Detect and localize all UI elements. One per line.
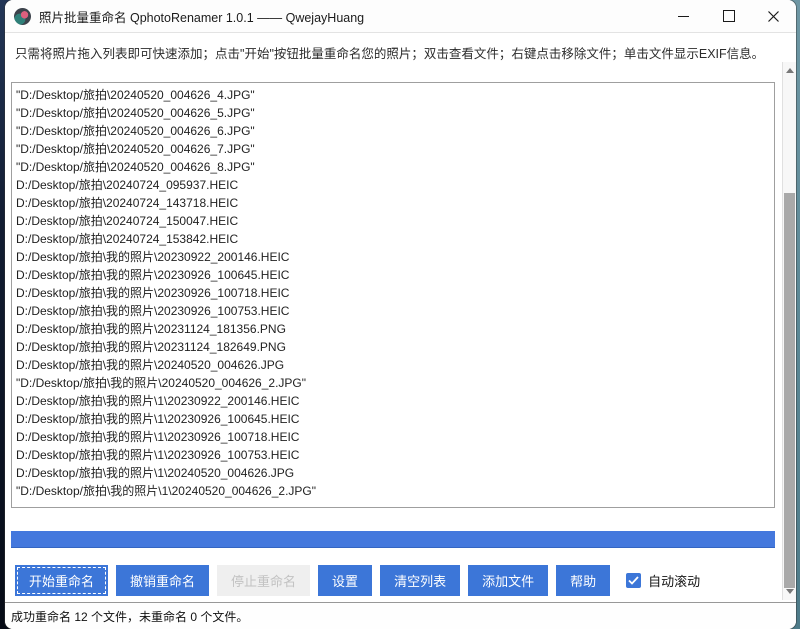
start-rename-button[interactable]: 开始重命名 — [15, 565, 108, 596]
file-list-item[interactable]: D:/Desktop/旅拍\我的照片\20240520_004626.JPG — [16, 356, 774, 374]
file-list-item[interactable]: D:/Desktop/旅拍\我的照片\20230922_200146.HEIC — [16, 248, 774, 266]
minimize-button[interactable] — [661, 0, 706, 32]
app-icon — [14, 8, 31, 25]
close-button[interactable] — [751, 0, 796, 32]
file-list-item[interactable]: D:/Desktop/旅拍\我的照片\1\20230922_200146.HEI… — [16, 392, 774, 410]
app-window: 照片批量重命名 QphotoRenamer 1.0.1 —— QwejayHua… — [5, 0, 796, 629]
file-list-item[interactable]: D:/Desktop/旅拍\我的照片\20230926_100645.HEIC — [16, 266, 774, 284]
scrollbar-down-button[interactable] — [783, 584, 796, 599]
stop-rename-button[interactable]: 停止重命名 — [217, 565, 310, 596]
close-icon — [767, 10, 780, 23]
clear-list-button[interactable]: 清空列表 — [380, 565, 460, 596]
file-list-item[interactable]: "D:/Desktop/旅拍\20240520_004626_5.JPG" — [16, 104, 774, 122]
add-files-button[interactable]: 添加文件 — [468, 565, 548, 596]
minimize-icon — [678, 16, 689, 17]
window-title: 照片批量重命名 QphotoRenamer 1.0.1 —— QwejayHua… — [39, 7, 364, 26]
file-list-item[interactable]: D:/Desktop/旅拍\我的照片\1\20240520_004626.JPG — [16, 464, 774, 482]
status-bar: 成功重命名 12 个文件，未重命名 0 个文件。 — [5, 602, 796, 629]
file-list-item[interactable]: "D:/Desktop/旅拍\20240520_004626_7.JPG" — [16, 140, 774, 158]
window-controls — [661, 0, 796, 32]
autoscroll-toggle[interactable]: 自动滚动 — [626, 571, 700, 590]
instruction-text: 只需将照片拖入列表即可快速添加；点击"开始"按钮批量重命名您的照片；双击查看文件… — [15, 43, 772, 62]
progress-fill — [11, 531, 775, 548]
file-list-item[interactable]: "D:/Desktop/旅拍\20240520_004626_4.JPG" — [16, 86, 774, 104]
title-bar: 照片批量重命名 QphotoRenamer 1.0.1 —— QwejayHua… — [5, 0, 796, 33]
scrollbar-up-button[interactable] — [783, 63, 796, 78]
progress-bar — [11, 531, 775, 548]
file-list-item[interactable]: D:/Desktop/旅拍\我的照片\20231124_181356.PNG — [16, 320, 774, 338]
file-list-item[interactable]: "D:/Desktop/旅拍\我的照片\1\20240520_004626_2.… — [16, 482, 774, 500]
arrow-up-icon — [786, 68, 794, 73]
autoscroll-checkbox[interactable] — [626, 573, 641, 588]
file-list-item[interactable]: D:/Desktop/旅拍\我的照片\1\20230926_100645.HEI… — [16, 410, 774, 428]
maximize-icon — [723, 10, 735, 22]
file-list-item[interactable]: "D:/Desktop/旅拍\我的照片\20240520_004626_2.JP… — [16, 374, 774, 392]
file-list-item[interactable]: D:/Desktop/旅拍\我的照片\20230926_100753.HEIC — [16, 302, 774, 320]
toolbar: 开始重命名 撤销重命名 停止重命名 设置 清空列表 添加文件 帮助 自动滚动 — [15, 564, 700, 596]
file-list-item[interactable]: D:/Desktop/旅拍\20240724_153842.HEIC — [16, 230, 774, 248]
scrollbar-thumb[interactable] — [784, 193, 795, 588]
file-list-item[interactable]: D:/Desktop/旅拍\20240724_150047.HEIC — [16, 212, 774, 230]
file-list-item[interactable]: D:/Desktop/旅拍\20240724_095937.HEIC — [16, 176, 774, 194]
autoscroll-label: 自动滚动 — [648, 571, 700, 590]
undo-rename-button[interactable]: 撤销重命名 — [116, 565, 209, 596]
check-icon — [628, 576, 639, 585]
file-list-item[interactable]: "D:/Desktop/旅拍\20240520_004626_8.JPG" — [16, 158, 774, 176]
file-list-item[interactable]: "D:/Desktop/旅拍\20240520_004626_6.JPG" — [16, 122, 774, 140]
settings-button[interactable]: 设置 — [318, 565, 372, 596]
file-list-item[interactable]: D:/Desktop/旅拍\我的照片\1\20230926_100753.HEI… — [16, 446, 774, 464]
help-button[interactable]: 帮助 — [556, 565, 610, 596]
arrow-down-icon — [786, 589, 794, 594]
list-scrollbar[interactable] — [782, 62, 796, 600]
file-list-item[interactable]: D:/Desktop/旅拍\我的照片\1\20230926_100718.HEI… — [16, 428, 774, 446]
file-list-item[interactable]: D:/Desktop/旅拍\我的照片\20230926_100718.HEIC — [16, 284, 774, 302]
file-list[interactable]: "D:/Desktop/旅拍\20240520_004626_4.JPG" "D… — [11, 82, 775, 508]
file-list-item[interactable]: D:/Desktop/旅拍\20240724_143718.HEIC — [16, 194, 774, 212]
maximize-button[interactable] — [706, 0, 751, 32]
status-text: 成功重命名 12 个文件，未重命名 0 个文件。 — [11, 608, 248, 625]
file-list-item[interactable]: D:/Desktop/旅拍\我的照片\20231124_182649.PNG — [16, 338, 774, 356]
